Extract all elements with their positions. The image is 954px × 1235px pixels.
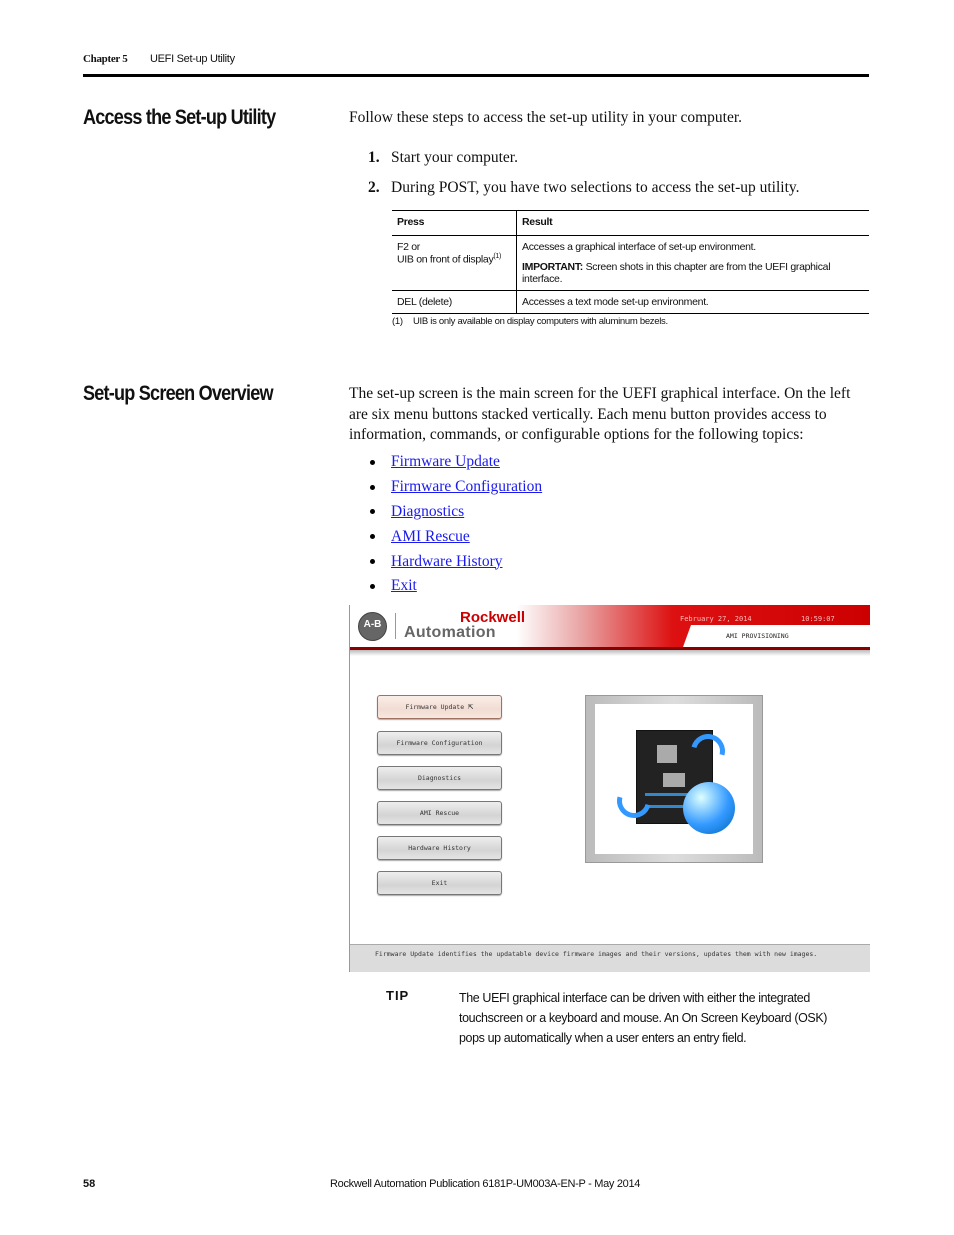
- step-text: Start your computer.: [391, 149, 518, 166]
- uefi-status-text: Firmware Update identifies the updatable…: [375, 950, 818, 958]
- table-cell-press: F2 or UIB on front of display(1): [392, 235, 517, 291]
- list-item: Diagnostics: [370, 500, 542, 525]
- link-diagnostics[interactable]: Diagnostics: [391, 503, 464, 521]
- firmware-update-illustration-frame: [585, 695, 763, 863]
- uefi-status-bar: Firmware Update identifies the updatable…: [350, 944, 870, 972]
- logo-divider: [395, 613, 396, 639]
- table-cell-result: Accesses a text mode set-up environment.: [516, 290, 869, 314]
- bullet-icon: [370, 459, 375, 465]
- uefi-time: 10:59:07: [801, 615, 835, 623]
- table-row: DEL (delete) Accesses a text mode set-up…: [392, 290, 869, 314]
- important-note: IMPORTANT: Screen shots in this chapter …: [522, 261, 864, 285]
- page-number: 58: [83, 1178, 96, 1190]
- tip-text: The UEFI graphical interface can be driv…: [459, 990, 828, 1045]
- bullet-icon: [370, 583, 375, 589]
- uefi-button-hardware-history[interactable]: Hardware History: [377, 836, 502, 860]
- step-item: 1. Start your computer.: [368, 149, 868, 167]
- table-footnote: (1) UIB is only available on display comp…: [392, 316, 668, 327]
- step-item: 2. During POST, you have two selections t…: [368, 179, 868, 197]
- mouse-cursor-icon: ⇱: [468, 702, 474, 712]
- column-header-press: Press: [392, 210, 517, 236]
- brand-name-line2: Automation: [404, 624, 496, 641]
- section-title-overview: Set-up Screen Overview: [83, 382, 274, 405]
- list-item: Exit: [370, 574, 542, 599]
- section-title-access: Access the Set-up Utility: [83, 106, 276, 129]
- topic-link-list: Firmware Update Firmware Configuration D…: [370, 450, 542, 599]
- bullet-icon: [370, 484, 375, 490]
- press-key-text: F2 or: [397, 241, 421, 253]
- button-label: Firmware Update: [405, 703, 465, 711]
- section-intro: Follow these steps to access the set-up …: [349, 109, 743, 126]
- uefi-button-exit[interactable]: Exit: [377, 871, 502, 895]
- allen-bradley-logo: A-B: [358, 612, 387, 641]
- uefi-button-firmware-configuration[interactable]: Firmware Configuration: [377, 731, 502, 755]
- uefi-button-ami-rescue[interactable]: AMI Rescue: [377, 801, 502, 825]
- chapter-title: UEFI Set-up Utility: [150, 53, 235, 65]
- link-firmware-update[interactable]: Firmware Update: [391, 453, 500, 471]
- globe-icon: [683, 782, 735, 834]
- bullet-icon: [370, 509, 375, 515]
- uefi-mode-label: AMI PROVISIONING: [726, 632, 789, 640]
- bullet-icon: [370, 559, 375, 565]
- step-text: During POST, you have two selections to …: [391, 179, 800, 196]
- link-ami-rescue[interactable]: AMI Rescue: [391, 528, 470, 546]
- important-label: IMPORTANT:: [522, 261, 583, 273]
- publication-info: Rockwell Automation Publication 6181P-UM…: [330, 1178, 641, 1190]
- list-item: AMI Rescue: [370, 524, 542, 549]
- column-header-result: Result: [516, 210, 869, 236]
- step-number: 1.: [368, 149, 380, 166]
- table-cell-press: DEL (delete): [392, 290, 517, 314]
- footnote-number: (1): [392, 316, 403, 327]
- chapter-label: Chapter 5: [83, 53, 128, 65]
- header-rule: [83, 74, 869, 77]
- tip-label: TIP: [386, 988, 410, 1003]
- uefi-button-firmware-update[interactable]: Firmware Update ⇱: [377, 695, 502, 719]
- table-row: F2 or UIB on front of display(1) Accesse…: [392, 235, 869, 291]
- footnote-ref: (1): [493, 253, 502, 260]
- chipset: [663, 773, 685, 787]
- table-header-row: Press Result: [392, 210, 869, 236]
- section-intro: The set-up screen is the main screen for…: [349, 385, 851, 443]
- uefi-banner: A-B Rockwell Automation February 27, 201…: [350, 605, 870, 650]
- result-text: Accesses a graphical interface of set-up…: [522, 241, 756, 253]
- link-firmware-configuration[interactable]: Firmware Configuration: [391, 478, 542, 496]
- uefi-date: February 27, 2014: [680, 615, 752, 623]
- cpu-socket: [657, 745, 677, 763]
- link-exit[interactable]: Exit: [391, 577, 417, 595]
- banner-shadow: [350, 650, 870, 656]
- step-number: 2.: [368, 179, 380, 196]
- bullet-icon: [370, 534, 375, 540]
- table-cell-result: Accesses a graphical interface of set-up…: [516, 235, 869, 291]
- link-hardware-history[interactable]: Hardware History: [391, 553, 502, 571]
- footnote-text: UIB is only available on display compute…: [413, 316, 668, 327]
- list-item: Hardware History: [370, 549, 542, 574]
- list-item: Firmware Update: [370, 450, 542, 475]
- press-result-table: Press Result F2 or UIB on front of displ…: [392, 210, 869, 314]
- press-key-text: UIB on front of display: [397, 253, 494, 266]
- uefi-setup-screenshot: A-B Rockwell Automation February 27, 201…: [349, 605, 870, 972]
- illustration-panel: [595, 704, 753, 854]
- list-item: Firmware Configuration: [370, 475, 542, 500]
- uefi-button-diagnostics[interactable]: Diagnostics: [377, 766, 502, 790]
